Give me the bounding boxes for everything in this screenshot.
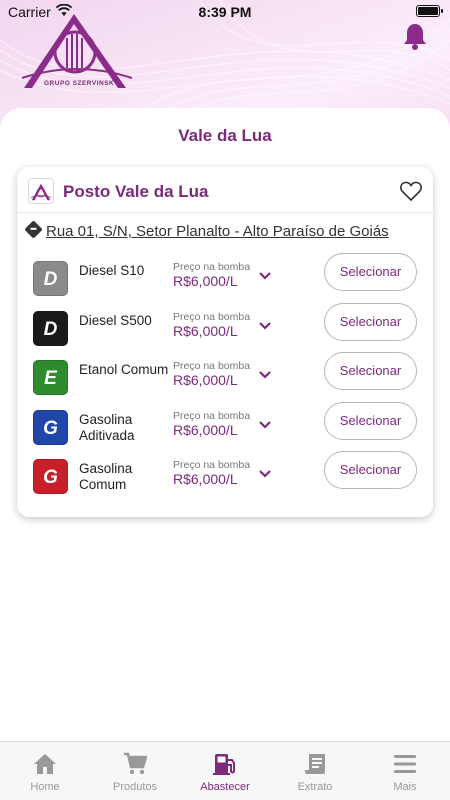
menu-icon [394, 755, 416, 773]
favorite-heart-icon[interactable] [399, 180, 423, 202]
chevron-down-icon[interactable] [258, 271, 272, 281]
station-logo [28, 178, 54, 204]
station-name: Posto Vale da Lua [63, 182, 209, 201]
chevron-down-icon[interactable] [258, 469, 272, 479]
price-value: R$6,000/L [173, 273, 238, 289]
tab-label: Extrato [297, 781, 333, 793]
tab-label: Home [30, 781, 60, 793]
battery-icon [416, 5, 443, 17]
price-label: Preço na bomba [173, 311, 251, 323]
chevron-down-icon[interactable] [258, 420, 272, 430]
tab-label: Mais [393, 781, 417, 793]
select-button[interactable]: Selecionar [324, 451, 417, 489]
tab-produtos[interactable]: Produtos [90, 742, 180, 800]
bottom-tab-bar: Home Produtos Abastecer Extrato Mais [0, 741, 450, 800]
price-value: R$6,000/L [173, 323, 238, 339]
price-label: Preço na bomba [173, 459, 251, 471]
select-button[interactable]: Selecionar [324, 352, 417, 390]
cart-icon [124, 752, 147, 775]
home-icon [34, 754, 56, 774]
notification-bell-icon[interactable] [402, 22, 428, 50]
tab-label: Produtos [112, 781, 158, 793]
grupo-szervinsk-logo [22, 14, 132, 88]
station-card: Posto Vale da Lua Rua 01, S/N, Setor Pla… [17, 167, 433, 517]
tab-extrato[interactable]: Extrato [270, 742, 360, 800]
price-label: Preço na bomba [173, 261, 251, 273]
page-title: Vale da Lua [178, 126, 272, 145]
price-label: Preço na bomba [173, 410, 251, 422]
station-card-header: Posto Vale da Lua [17, 167, 433, 213]
gasolina-aditivada-icon: G [33, 410, 68, 445]
etanol-icon: E [33, 360, 68, 395]
select-button[interactable]: Selecionar [324, 402, 417, 440]
select-button[interactable]: Selecionar [324, 253, 417, 291]
fuel-name: Diesel S500 [79, 313, 152, 328]
receipt-icon [305, 754, 325, 774]
fuel-name: Gasolina Aditivada [79, 412, 135, 443]
fuel-row: G Gasolina Comum Preço na bomba R$6,000/… [17, 451, 433, 509]
station-address: Rua 01, S/N, Setor Planalto - Alto Paraí… [46, 223, 389, 240]
tab-home[interactable]: Home [0, 742, 90, 800]
fuel-name: Diesel S10 [79, 263, 145, 278]
tab-mais[interactable]: Mais [360, 742, 450, 800]
chevron-down-icon[interactable] [258, 321, 272, 331]
chevron-down-icon[interactable] [258, 370, 272, 380]
price-value: R$6,000/L [173, 422, 238, 438]
station-address-link[interactable]: Rua 01, S/N, Setor Planalto - Alto Paraí… [24, 220, 389, 240]
price-label: Preço na bomba [173, 360, 251, 372]
fuel-name: Etanol Comum [79, 362, 169, 377]
fuel-name: Gasolina Comum [79, 461, 133, 492]
tab-label: Abastecer [200, 781, 250, 793]
gasolina-comum-icon: G [33, 459, 68, 494]
diesel-s500-icon: D [33, 311, 68, 346]
price-value: R$6,000/L [173, 372, 238, 388]
price-value: R$6,000/L [173, 471, 238, 487]
tab-abastecer[interactable]: Abastecer [180, 742, 270, 800]
select-button[interactable]: Selecionar [324, 303, 417, 341]
directions-icon [24, 220, 43, 239]
logo-text: GRUPO SZERVINSK [44, 80, 115, 87]
fuel-pump-icon [213, 754, 235, 775]
diesel-s10-icon: D [33, 261, 68, 296]
